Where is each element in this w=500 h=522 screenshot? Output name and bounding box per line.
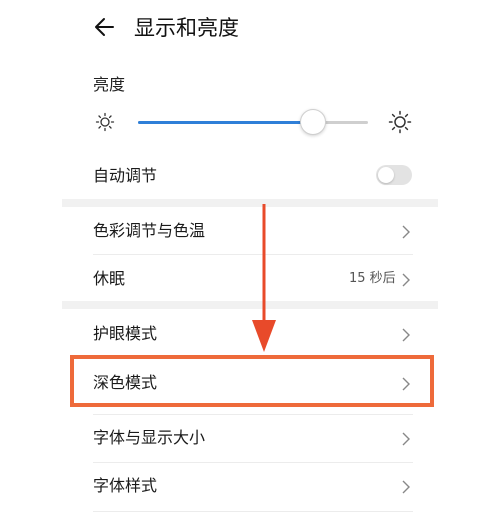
auto-adjust-toggle[interactable] [376, 165, 412, 185]
row-divider [93, 414, 413, 415]
chevron-right-icon [401, 327, 411, 342]
brightness-slider-thumb[interactable] [299, 109, 326, 135]
row-divider [93, 462, 413, 463]
chevron-right-icon [401, 431, 411, 446]
font-size-label[interactable]: 字体与显示大小 [93, 428, 205, 448]
sun-small-icon [94, 111, 118, 135]
chevron-right-icon [401, 224, 411, 239]
row-divider [93, 511, 413, 512]
toggle-knob [378, 167, 394, 183]
sleep-label[interactable]: 休眠 [93, 269, 125, 289]
sun-large-icon [388, 110, 412, 134]
brightness-label: 亮度 [93, 75, 126, 94]
sleep-value: 15 秒后 [349, 271, 396, 286]
color-temp-label[interactable]: 色彩调节与色温 [93, 221, 205, 241]
highlight-box [70, 355, 434, 407]
auto-adjust-label: 自动调节 [93, 166, 158, 185]
page-title: 显示和亮度 [134, 16, 239, 40]
annotation-arrow [252, 204, 276, 352]
brightness-slider-fill [138, 121, 313, 124]
back-arrow-icon[interactable] [93, 15, 117, 39]
font-style-label[interactable]: 字体样式 [93, 476, 157, 496]
brightness-slider-track[interactable] [138, 121, 368, 124]
chevron-right-icon [401, 479, 411, 494]
chevron-right-icon [401, 272, 411, 287]
eye-comfort-label[interactable]: 护眼模式 [93, 324, 157, 344]
